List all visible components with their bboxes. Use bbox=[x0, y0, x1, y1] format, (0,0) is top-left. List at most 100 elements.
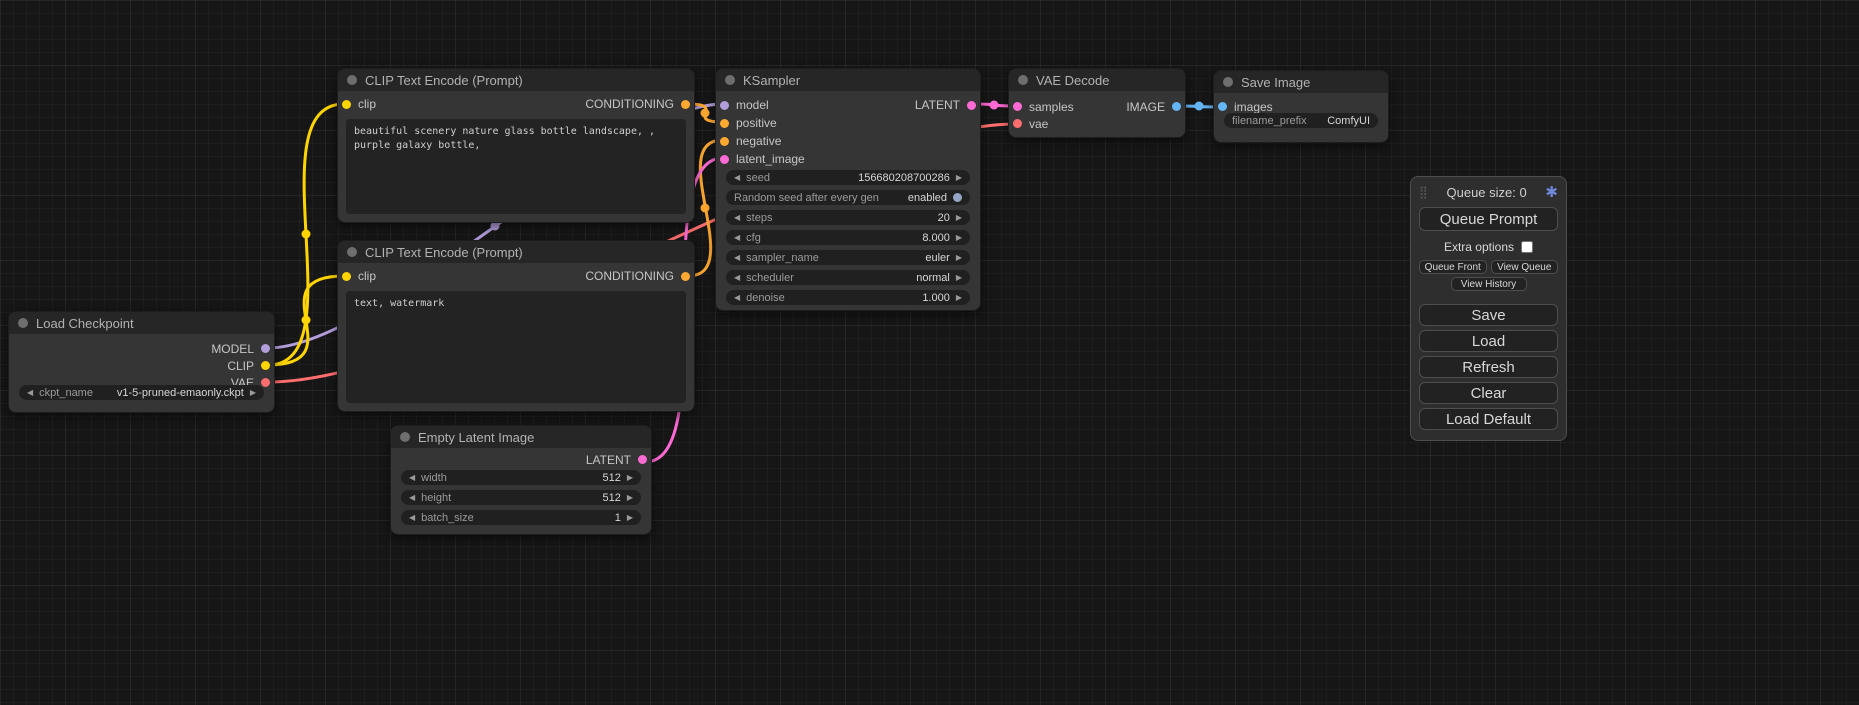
input-slot-positive[interactable] bbox=[720, 119, 729, 128]
widget-steps[interactable]: ◀ steps 20 ▶ bbox=[726, 210, 970, 225]
slot-label: CONDITIONING bbox=[585, 97, 674, 111]
input-slot-vae[interactable] bbox=[1013, 119, 1022, 128]
extra-options-label: Extra options bbox=[1444, 240, 1514, 254]
widget-denoise[interactable]: ◀ denoise 1.000 ▶ bbox=[726, 290, 970, 305]
arrow-left-icon[interactable]: ◀ bbox=[734, 174, 740, 182]
widget-label: filename_prefix bbox=[1232, 115, 1307, 127]
extra-options-checkbox[interactable] bbox=[1521, 241, 1533, 253]
collapse-dot[interactable] bbox=[18, 318, 28, 328]
collapse-dot[interactable] bbox=[347, 75, 357, 85]
arrow-right-icon[interactable]: ▶ bbox=[956, 234, 962, 242]
refresh-button[interactable]: Refresh bbox=[1419, 356, 1558, 378]
arrow-right-icon[interactable]: ▶ bbox=[956, 274, 962, 282]
slot-label: CONDITIONING bbox=[585, 269, 674, 283]
widget-seed[interactable]: ◀ seed 156680208700286 ▶ bbox=[726, 170, 970, 185]
widget-ckpt-name[interactable]: ◀ ckpt_name v1-5-pruned-emaonly.ckpt ▶ bbox=[19, 385, 264, 400]
settings-gear-icon[interactable]: ✱ bbox=[1545, 183, 1558, 201]
widget-filename-prefix[interactable]: filename_prefix ComfyUI bbox=[1224, 113, 1378, 128]
widget-height[interactable]: ◀ height 512 ▶ bbox=[401, 490, 641, 505]
queue-prompt-button[interactable]: Queue Prompt bbox=[1419, 207, 1558, 231]
arrow-right-icon[interactable]: ▶ bbox=[956, 294, 962, 302]
node-clip-text-encode-negative[interactable]: CLIP Text Encode (Prompt) clip CONDITION… bbox=[337, 240, 695, 412]
arrow-right-icon[interactable]: ▶ bbox=[627, 494, 633, 502]
arrow-left-icon[interactable]: ◀ bbox=[409, 514, 415, 522]
link-midpoint-dot bbox=[302, 230, 311, 239]
slot-label: IMAGE bbox=[1126, 100, 1165, 114]
widget-value: ComfyUI bbox=[1327, 115, 1370, 127]
output-slot-vae[interactable] bbox=[261, 378, 270, 387]
slot-label: negative bbox=[736, 134, 781, 148]
widget-value: 1.000 bbox=[922, 292, 950, 304]
arrow-left-icon[interactable]: ◀ bbox=[734, 214, 740, 222]
arrow-left-icon[interactable]: ◀ bbox=[27, 389, 33, 397]
output-slot-conditioning[interactable] bbox=[681, 272, 690, 281]
node-title-bar: KSampler bbox=[716, 69, 980, 91]
widget-label: height bbox=[421, 492, 451, 504]
queue-front-button[interactable]: Queue Front bbox=[1419, 260, 1487, 274]
arrow-left-icon[interactable]: ◀ bbox=[734, 294, 740, 302]
input-slot-negative[interactable] bbox=[720, 137, 729, 146]
output-slot-clip[interactable] bbox=[261, 361, 270, 370]
arrow-right-icon[interactable]: ▶ bbox=[627, 474, 633, 482]
node-ksampler[interactable]: KSampler model positive negative latent_… bbox=[715, 68, 981, 311]
widget-random-seed-toggle[interactable]: Random seed after every gen enabled bbox=[726, 190, 970, 205]
load-default-button[interactable]: Load Default bbox=[1419, 408, 1558, 430]
output-slot-latent[interactable] bbox=[967, 101, 976, 110]
load-button[interactable]: Load bbox=[1419, 330, 1558, 352]
arrow-left-icon[interactable]: ◀ bbox=[409, 474, 415, 482]
clear-button[interactable]: Clear bbox=[1419, 382, 1558, 404]
view-history-button[interactable]: View History bbox=[1451, 277, 1527, 291]
widget-width[interactable]: ◀ width 512 ▶ bbox=[401, 470, 641, 485]
input-slot-model[interactable] bbox=[720, 101, 729, 110]
node-vae-decode[interactable]: VAE Decode samples vae IMAGE bbox=[1008, 68, 1186, 138]
arrow-right-icon[interactable]: ▶ bbox=[956, 254, 962, 262]
arrow-left-icon[interactable]: ◀ bbox=[734, 254, 740, 262]
prompt-text-positive[interactable]: beautiful scenery nature glass bottle la… bbox=[346, 119, 686, 214]
widget-label: scheduler bbox=[746, 272, 794, 284]
arrow-right-icon[interactable]: ▶ bbox=[627, 514, 633, 522]
collapse-dot[interactable] bbox=[1223, 77, 1233, 87]
widget-scheduler[interactable]: ◀ scheduler normal ▶ bbox=[726, 270, 970, 285]
input-slot-samples[interactable] bbox=[1013, 102, 1022, 111]
input-slot-clip[interactable] bbox=[342, 272, 351, 281]
input-slot-clip[interactable] bbox=[342, 100, 351, 109]
output-slot-conditioning[interactable] bbox=[681, 100, 690, 109]
collapse-dot[interactable] bbox=[1018, 75, 1028, 85]
arrow-right-icon[interactable]: ▶ bbox=[956, 174, 962, 182]
slot-label: latent_image bbox=[736, 152, 805, 166]
node-clip-text-encode-positive[interactable]: CLIP Text Encode (Prompt) clip CONDITION… bbox=[337, 68, 695, 223]
arrow-left-icon[interactable]: ◀ bbox=[409, 494, 415, 502]
queue-size-label: Queue size: 0 bbox=[1447, 185, 1527, 200]
input-slot-images[interactable] bbox=[1218, 102, 1227, 111]
collapse-dot[interactable] bbox=[347, 247, 357, 257]
node-save-image[interactable]: Save Image images filename_prefix ComfyU… bbox=[1213, 70, 1389, 143]
link-midpoint-dot bbox=[701, 204, 710, 213]
node-title: Empty Latent Image bbox=[418, 430, 534, 445]
output-slot-image[interactable] bbox=[1172, 102, 1181, 111]
collapse-dot[interactable] bbox=[725, 75, 735, 85]
arrow-right-icon[interactable]: ▶ bbox=[250, 389, 256, 397]
arrow-left-icon[interactable]: ◀ bbox=[734, 274, 740, 282]
queue-panel[interactable]: ⣿ Queue size: 0 ✱ Queue Prompt Extra opt… bbox=[1410, 176, 1567, 441]
arrow-right-icon[interactable]: ▶ bbox=[956, 214, 962, 222]
view-queue-button[interactable]: View Queue bbox=[1491, 260, 1559, 274]
node-title: KSampler bbox=[743, 73, 800, 88]
output-slot-latent[interactable] bbox=[638, 455, 647, 464]
save-button[interactable]: Save bbox=[1419, 304, 1558, 326]
widget-value: 8.000 bbox=[922, 232, 950, 244]
output-slot-model[interactable] bbox=[261, 344, 270, 353]
collapse-dot[interactable] bbox=[400, 432, 410, 442]
input-slot-latent-image[interactable] bbox=[720, 155, 729, 164]
widget-cfg[interactable]: ◀ cfg 8.000 ▶ bbox=[726, 230, 970, 245]
node-title-bar: Empty Latent Image bbox=[391, 426, 651, 448]
drag-handle-icon[interactable]: ⣿ bbox=[1419, 185, 1428, 199]
toggle-knob[interactable] bbox=[953, 193, 962, 202]
widget-batch-size[interactable]: ◀ batch_size 1 ▶ bbox=[401, 510, 641, 525]
node-load-checkpoint[interactable]: Load Checkpoint MODEL CLIP VAE ◀ ckpt_na… bbox=[8, 311, 275, 413]
prompt-text-negative[interactable]: text, watermark bbox=[346, 291, 686, 403]
arrow-left-icon[interactable]: ◀ bbox=[734, 234, 740, 242]
node-empty-latent-image[interactable]: Empty Latent Image LATENT ◀ width 512 ▶ … bbox=[390, 425, 652, 535]
slot-label: samples bbox=[1029, 100, 1074, 114]
widget-sampler-name[interactable]: ◀ sampler_name euler ▶ bbox=[726, 250, 970, 265]
node-title: CLIP Text Encode (Prompt) bbox=[365, 245, 523, 260]
